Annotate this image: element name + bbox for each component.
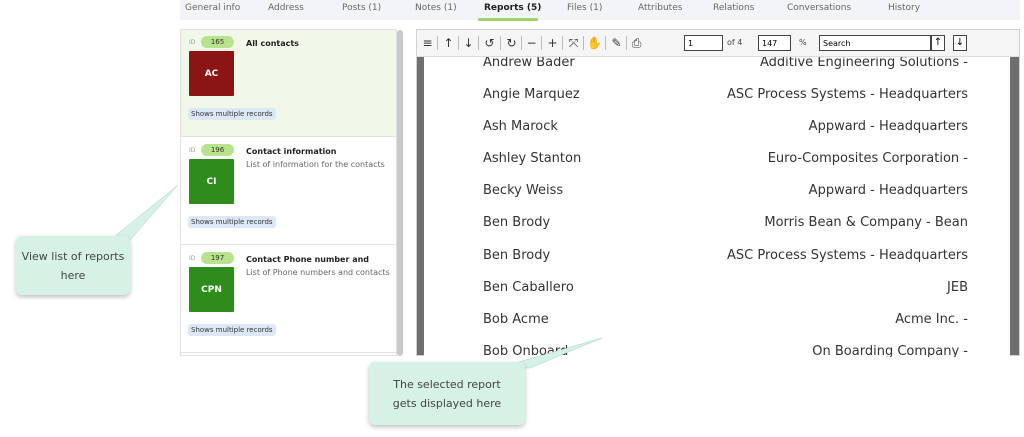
zoom-input[interactable] bbox=[758, 35, 791, 51]
tab-history[interactable]: History bbox=[888, 3, 920, 13]
contact-company: ASC Process Systems - Headquarters bbox=[726, 87, 968, 102]
toolbar-divider bbox=[478, 36, 479, 50]
zoom-in-icon[interactable]: + bbox=[545, 35, 560, 51]
rotate-cw-icon[interactable]: ↻ bbox=[504, 35, 519, 51]
callout-selected-report: The selected report gets displayed here bbox=[369, 362, 525, 425]
contact-company: Acme Inc. - bbox=[895, 312, 968, 327]
report-id-badge: 196 bbox=[201, 144, 234, 156]
contact-company: JEB bbox=[947, 280, 968, 295]
toolbar-divider bbox=[500, 36, 501, 50]
contact-name: Ashley Stanton bbox=[483, 151, 582, 166]
tab-attributes[interactable]: Attributes bbox=[638, 3, 682, 13]
report-type-tag: Shows multiple records bbox=[188, 108, 276, 120]
report-id-badge: 197 bbox=[201, 252, 234, 264]
search-next-icon[interactable]: ↓ bbox=[953, 35, 967, 51]
report-card-all-contacts[interactable]: ID 165 All contacts AC Shows multiple re… bbox=[181, 30, 396, 137]
contact-company: Morris Bean & Company - Bean bbox=[764, 215, 968, 230]
contact-name: Angie Marquez bbox=[483, 87, 580, 102]
contact-name: Ben Brody bbox=[483, 215, 551, 230]
active-tab-indicator bbox=[478, 18, 538, 21]
contact-company: Appward - Headquarters bbox=[808, 119, 968, 134]
tab-files[interactable]: Files (1) bbox=[567, 3, 602, 13]
report-title: Contact Phone number and bbox=[246, 255, 370, 264]
report-description: List of information for the contacts bbox=[246, 160, 385, 169]
zoom-unit-label: % bbox=[799, 38, 807, 47]
tab-conversations[interactable]: Conversations bbox=[787, 3, 851, 13]
zoom-out-icon[interactable]: − bbox=[524, 35, 539, 51]
report-card-contact-information[interactable]: ID 196 Contact information List of infor… bbox=[181, 138, 396, 245]
id-label: ID bbox=[189, 147, 196, 154]
arrow-up-icon[interactable]: ↑ bbox=[441, 35, 456, 51]
report-type-tag: Shows multiple records bbox=[188, 216, 276, 228]
tab-reports[interactable]: Reports (5) bbox=[484, 3, 541, 13]
page-number-input[interactable] bbox=[684, 35, 723, 51]
arrow-down-icon[interactable]: ↓ bbox=[461, 35, 476, 51]
callout-view-list: View list of reports here bbox=[16, 236, 130, 295]
toolbar-divider bbox=[626, 36, 627, 50]
toolbar-divider bbox=[605, 36, 606, 50]
toolbar-divider bbox=[541, 36, 542, 50]
tab-relations[interactable]: Relations bbox=[713, 3, 754, 13]
tab-bar: General info Address Posts (1) Notes (1)… bbox=[180, 0, 1020, 21]
contact-company: Additive Engineering Solutions - bbox=[760, 57, 968, 70]
id-label: ID bbox=[189, 39, 196, 46]
report-title: All contacts bbox=[246, 39, 299, 48]
callout-pointer-list bbox=[109, 184, 179, 241]
report-title: Contact information bbox=[246, 147, 337, 156]
menu-icon[interactable]: ≡ bbox=[420, 35, 435, 51]
print-icon[interactable]: ⎙ bbox=[629, 35, 644, 51]
toolbar-divider bbox=[458, 36, 459, 50]
report-icon: CI bbox=[189, 159, 234, 204]
hand-icon[interactable]: ✋ bbox=[587, 35, 602, 51]
toolbar-divider bbox=[521, 36, 522, 50]
contact-name: Becky Weiss bbox=[483, 183, 564, 198]
toolbar-divider bbox=[437, 36, 438, 50]
contact-company: ASC Process Systems - Headquarters bbox=[726, 248, 968, 263]
reports-list: ID 165 All contacts AC Shows multiple re… bbox=[180, 29, 397, 356]
contact-name: Ben Caballero bbox=[483, 280, 574, 295]
report-page: Andrew Bader Additive Engineering Soluti… bbox=[424, 57, 1010, 357]
search-input[interactable] bbox=[819, 35, 931, 51]
pen-icon[interactable]: ✎ bbox=[609, 35, 624, 51]
id-label: ID bbox=[189, 255, 196, 262]
tab-notes[interactable]: Notes (1) bbox=[415, 3, 457, 13]
tab-posts[interactable]: Posts (1) bbox=[342, 3, 381, 13]
contact-name: Bob Onboard bbox=[483, 344, 569, 357]
contact-detail-panel: General info Address Posts (1) Notes (1)… bbox=[180, 0, 1020, 357]
contact-company: Appward - Headquarters bbox=[808, 183, 968, 198]
report-icon: AC bbox=[189, 51, 234, 96]
toolbar-divider bbox=[562, 36, 563, 50]
fit-icon[interactable]: ⤧ bbox=[566, 35, 581, 51]
contact-name: Ben Brody bbox=[483, 248, 551, 263]
viewer-toolbar: ≡ ↑ ↓ ↺ ↻ − + ⤧ ✋ ✎ ⎙ of 4 % ↑ bbox=[417, 30, 1019, 57]
reports-scrollbar[interactable] bbox=[397, 30, 403, 356]
report-id-badge: 165 bbox=[201, 36, 234, 48]
search-prev-icon[interactable]: ↑ bbox=[931, 35, 945, 51]
contact-company: Euro-Composites Corporation - bbox=[767, 151, 968, 166]
tab-address[interactable]: Address bbox=[268, 3, 304, 13]
contact-name: Andrew Bader bbox=[483, 57, 575, 70]
page-total-label: of 4 bbox=[727, 38, 743, 47]
contact-company: On Boarding Company - bbox=[812, 344, 968, 357]
tab-general-info[interactable]: General info bbox=[185, 3, 240, 13]
toolbar-divider bbox=[583, 36, 584, 50]
contact-name: Ash Marock bbox=[483, 119, 558, 134]
report-icon: CPN bbox=[189, 267, 234, 312]
report-description: List of Phone numbers and contacts bbox=[246, 268, 390, 277]
contact-name: Bob Acme bbox=[483, 312, 549, 327]
rotate-ccw-icon[interactable]: ↺ bbox=[482, 35, 497, 51]
report-card-contact-phone-number[interactable]: ID 197 Contact Phone number and List of … bbox=[181, 246, 396, 353]
report-viewer: ≡ ↑ ↓ ↺ ↻ − + ⤧ ✋ ✎ ⎙ of 4 % ↑ bbox=[416, 29, 1020, 357]
report-type-tag: Shows multiple records bbox=[188, 324, 276, 336]
